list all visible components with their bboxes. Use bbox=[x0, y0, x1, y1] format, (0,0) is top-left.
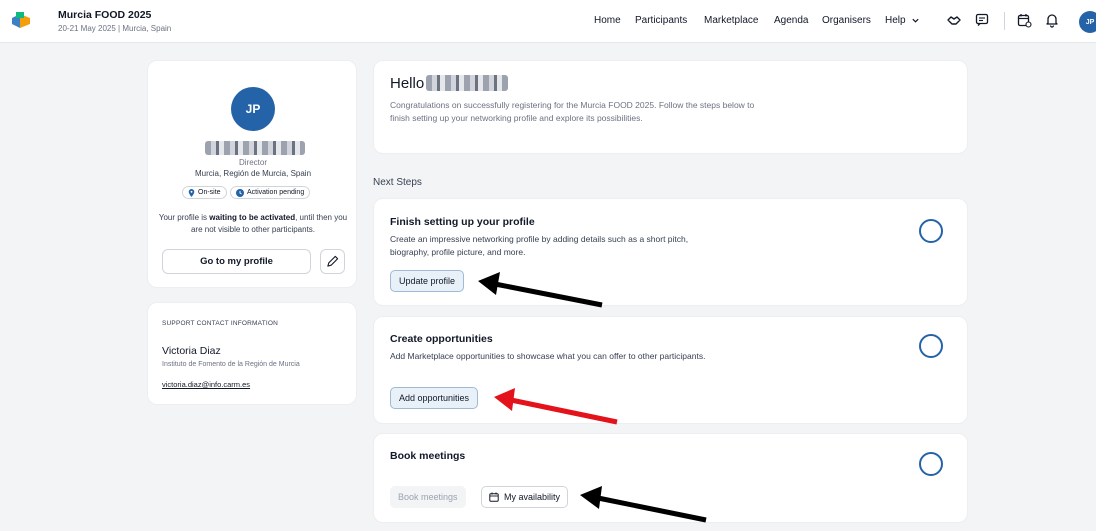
event-title[interactable]: Murcia FOOD 2025 bbox=[58, 9, 151, 21]
step-opportunities-desc: Add Marketplace opportunities to showcas… bbox=[390, 351, 706, 361]
welcome-card: Hello Congratulations on successfully re… bbox=[373, 60, 968, 154]
profile-location: Murcia, Región de Murcia, Spain bbox=[194, 169, 312, 178]
onsite-badge-label: On-site bbox=[198, 189, 221, 196]
go-to-profile-button[interactable]: Go to my profile bbox=[162, 249, 311, 274]
activation-notice: Your profile is waiting to be activated,… bbox=[156, 212, 350, 236]
next-steps-heading: Next Steps bbox=[373, 177, 422, 188]
profile-avatar: JP bbox=[231, 87, 275, 131]
event-logo-icon[interactable] bbox=[10, 10, 32, 32]
step-opportunities-title: Create opportunities bbox=[390, 333, 493, 345]
top-bar: Murcia FOOD 2025 20-21 May 2025 | Murcia… bbox=[0, 0, 1096, 43]
activation-status-label: Activation pending bbox=[247, 189, 305, 196]
nav-help-label: Help bbox=[885, 15, 906, 26]
support-contact-email[interactable]: victoria.diaz@info.carm.es bbox=[162, 380, 250, 389]
step-profile-status-circle bbox=[919, 219, 943, 243]
step-meetings-card: Book meetings Book meetings My availabil… bbox=[373, 433, 968, 523]
my-availability-label: My availability bbox=[504, 492, 561, 502]
profile-role: Director bbox=[238, 158, 267, 167]
nav-divider bbox=[1004, 12, 1005, 30]
clock-icon bbox=[236, 188, 244, 197]
nav-organisers[interactable]: Organisers bbox=[822, 15, 871, 26]
onsite-badge: On-site bbox=[182, 186, 227, 199]
welcome-title: Hello bbox=[390, 75, 425, 92]
step-opportunities-card: Create opportunities Add Marketplace opp… bbox=[373, 316, 968, 424]
nav-participants[interactable]: Participants bbox=[635, 15, 687, 26]
event-subtitle: 20-21 May 2025 | Murcia, Spain bbox=[58, 24, 172, 33]
handshake-icon[interactable] bbox=[946, 12, 962, 28]
support-contact-card: SUPPORT CONTACT INFORMATION Victoria Dia… bbox=[147, 302, 357, 405]
update-profile-button[interactable]: Update profile bbox=[390, 270, 465, 292]
step-profile-title: Finish setting up your profile bbox=[390, 216, 535, 228]
nav-home[interactable]: Home bbox=[594, 15, 621, 26]
add-opportunities-button[interactable]: Add opportunities bbox=[390, 387, 479, 409]
edit-profile-button[interactable] bbox=[320, 249, 345, 274]
step-profile-desc: Create an impressive networking profile … bbox=[390, 234, 689, 257]
user-avatar[interactable]: JP bbox=[1079, 11, 1096, 33]
welcome-text: Congratulations on successfully register… bbox=[390, 100, 755, 123]
support-contact-org: Instituto de Fomento de la Región de Mur… bbox=[162, 361, 300, 368]
my-availability-button[interactable]: My availability bbox=[481, 486, 569, 508]
nav-help[interactable]: Help bbox=[885, 15, 920, 26]
book-meetings-button[interactable]: Book meetings bbox=[390, 486, 466, 508]
calendar-icon[interactable] bbox=[1016, 12, 1032, 28]
step-meetings-status-circle bbox=[919, 452, 943, 476]
chevron-down-icon bbox=[912, 18, 919, 23]
activation-status-badge: Activation pending bbox=[230, 186, 311, 199]
pencil-icon bbox=[327, 255, 339, 267]
step-opportunities-status-circle bbox=[919, 334, 943, 358]
nav-marketplace[interactable]: Marketplace bbox=[704, 15, 758, 26]
activation-notice-bold: waiting to be activated bbox=[209, 213, 296, 222]
support-contact-name: Victoria Diaz bbox=[162, 345, 221, 357]
redacted-name bbox=[205, 141, 305, 155]
location-pin-icon bbox=[188, 188, 195, 197]
support-heading: SUPPORT CONTACT INFORMATION bbox=[162, 320, 279, 327]
step-profile-card: Finish setting up your profile Create an… bbox=[373, 198, 968, 306]
calendar-icon bbox=[489, 492, 499, 502]
bell-icon[interactable] bbox=[1044, 12, 1060, 28]
profile-card: JP Director Murcia, Región de Murcia, Sp… bbox=[147, 60, 357, 288]
redacted-user-name bbox=[426, 75, 508, 91]
nav-agenda[interactable]: Agenda bbox=[774, 15, 808, 26]
step-meetings-title: Book meetings bbox=[390, 450, 466, 462]
chat-icon[interactable] bbox=[974, 12, 990, 28]
activation-notice-pre: Your profile is bbox=[158, 213, 210, 222]
